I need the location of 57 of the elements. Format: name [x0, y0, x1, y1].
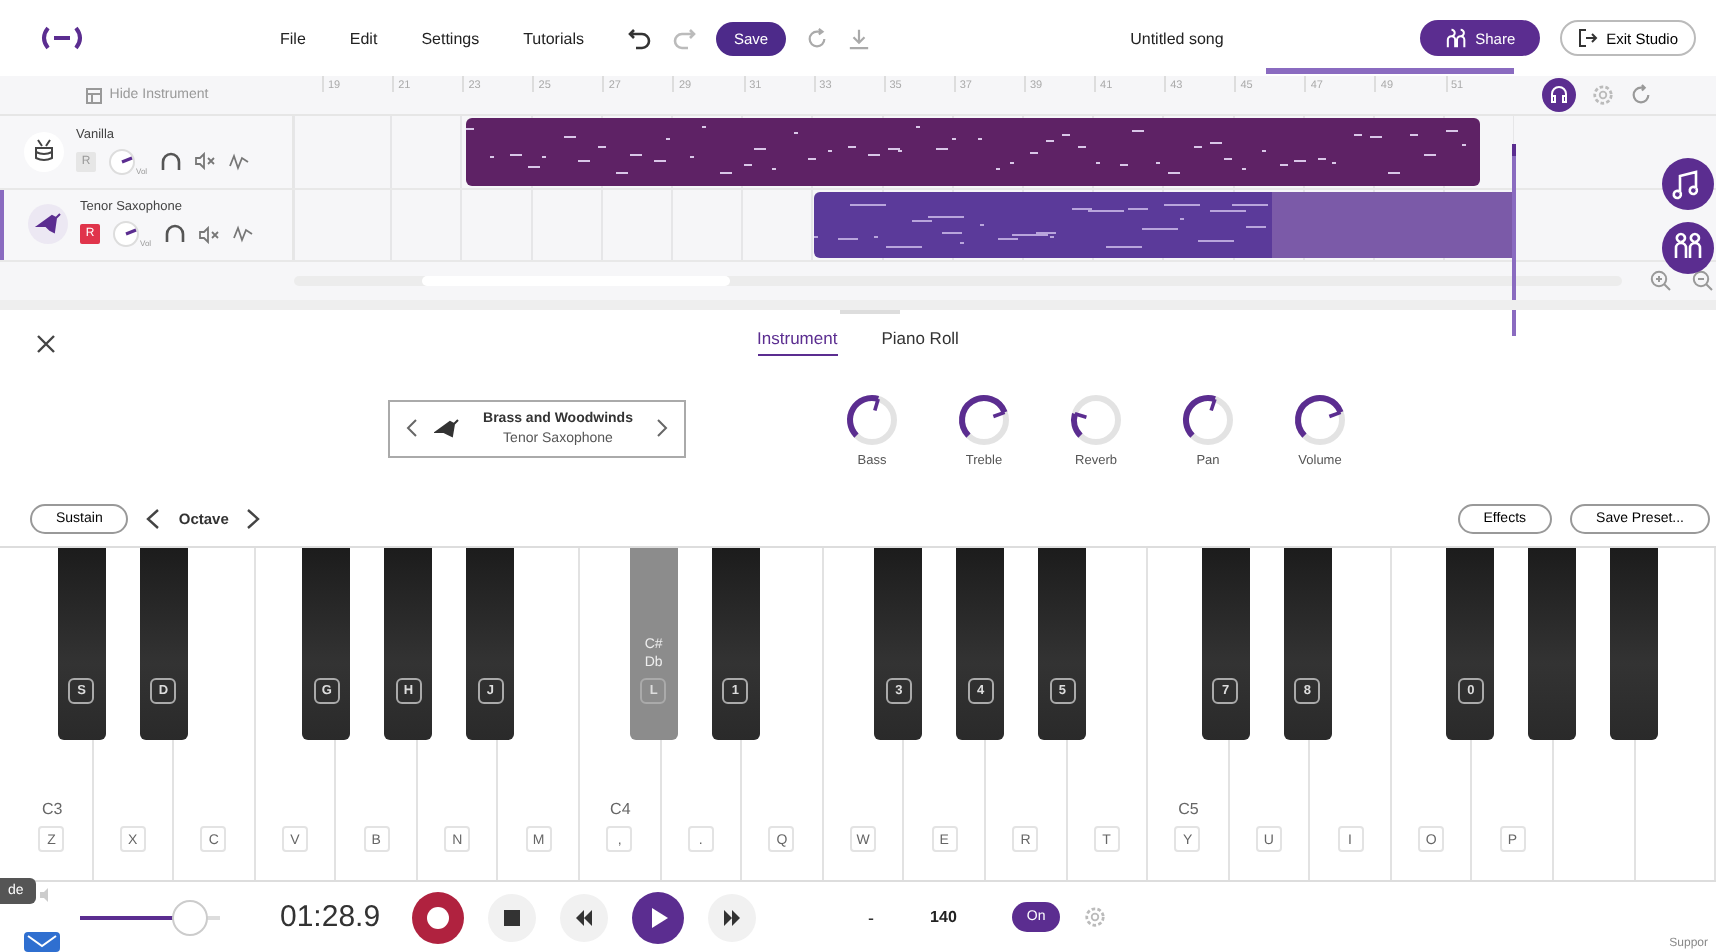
horizontal-scrollbar[interactable] — [294, 275, 1622, 286]
close-icon[interactable] — [36, 334, 56, 354]
tab[interactable]: Piano Roll — [881, 321, 959, 355]
knob[interactable] — [842, 389, 902, 449]
fast-forward-button[interactable] — [708, 893, 757, 941]
time-display: 01:28.9 — [280, 900, 381, 934]
menu-item[interactable]: Tutorials — [523, 29, 584, 47]
drum-icon — [24, 131, 64, 172]
headphones-icon[interactable] — [163, 224, 186, 245]
knob[interactable] — [1290, 389, 1350, 449]
logo-icon — [40, 26, 84, 50]
tab[interactable]: Instrument — [757, 321, 838, 355]
song-title: Untitled song — [1130, 29, 1224, 47]
knob[interactable] — [954, 389, 1014, 449]
midi-clip[interactable] — [466, 118, 1480, 185]
sharp-key[interactable] — [1610, 548, 1659, 740]
key-value: - — [868, 907, 875, 927]
play-button[interactable] — [632, 891, 685, 943]
note-label: C4 — [610, 800, 631, 818]
exit-icon — [1578, 28, 1599, 48]
stop-button[interactable] — [488, 893, 537, 941]
slider-thumb[interactable] — [171, 899, 208, 935]
automation-icon[interactable] — [231, 224, 254, 245]
note-label: C5 — [1178, 800, 1199, 818]
menu-item[interactable]: Edit — [349, 29, 378, 47]
saxophone-icon — [434, 418, 460, 438]
sharp-key[interactable] — [1528, 548, 1577, 740]
people-icon — [1445, 28, 1468, 48]
loop-icon[interactable] — [1630, 84, 1652, 107]
chevron-right-icon[interactable] — [656, 418, 668, 438]
record-button[interactable] — [412, 891, 465, 943]
automation-icon[interactable] — [227, 151, 250, 172]
rewind-button[interactable] — [560, 893, 609, 941]
zoom-out-icon[interactable] — [1692, 269, 1714, 292]
mute-icon[interactable] — [193, 152, 216, 171]
knob[interactable] — [1066, 389, 1126, 449]
chevron-left-icon[interactable] — [146, 507, 161, 529]
grid-icon — [85, 87, 102, 104]
volume-knob[interactable] — [112, 220, 140, 249]
headphones-icon[interactable] — [159, 151, 182, 172]
mute-icon[interactable] — [197, 225, 220, 244]
music-note-button[interactable] — [1662, 158, 1714, 210]
undo-icon[interactable] — [627, 26, 652, 50]
mail-icon[interactable] — [24, 932, 60, 952]
note-label: C3 — [42, 800, 63, 818]
saxophone-icon — [28, 204, 68, 245]
zoom-in-icon[interactable] — [1650, 269, 1672, 292]
headphones-icon[interactable] — [1542, 78, 1576, 113]
menu-item[interactable]: Settings — [421, 29, 480, 47]
volume-knob[interactable] — [108, 147, 136, 176]
midi-clip[interactable] — [814, 191, 1272, 258]
chevron-left-icon[interactable] — [406, 418, 418, 438]
collaborators-button[interactable] — [1662, 222, 1714, 274]
tempo-value: 140 — [930, 908, 957, 926]
knob[interactable] — [1178, 389, 1238, 449]
menu-item[interactable]: File — [280, 29, 306, 47]
chevron-right-icon[interactable] — [246, 507, 261, 529]
